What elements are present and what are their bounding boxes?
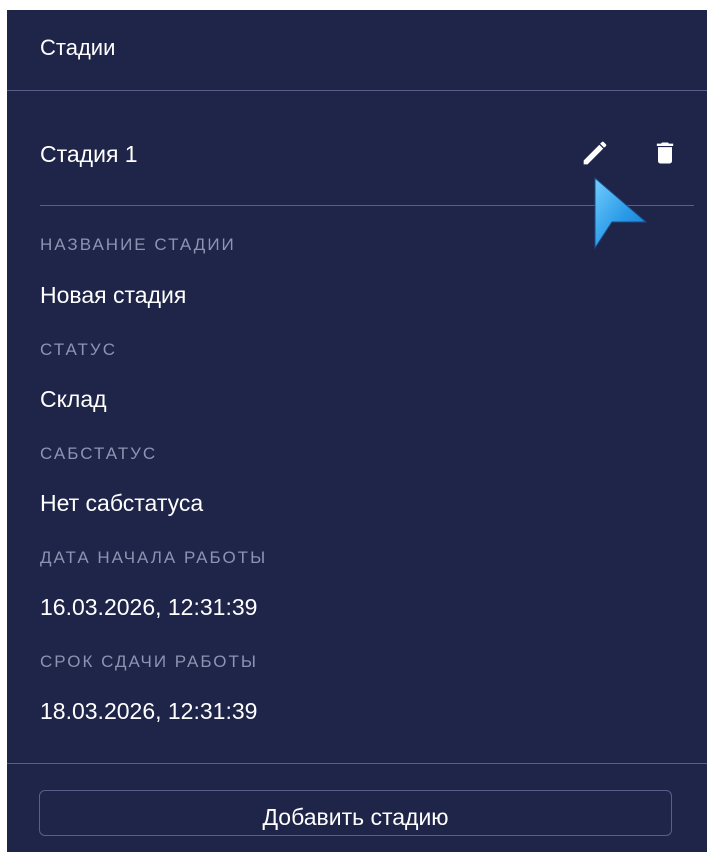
- stage-header: Стадия 1: [40, 125, 694, 206]
- panel-title: Стадии: [40, 35, 116, 60]
- status-value: Склад: [40, 386, 107, 412]
- stage-name-value: Новая стадия: [40, 282, 187, 308]
- stage-title: Стадия 1: [40, 141, 138, 167]
- stage-name-label: НАЗВАНИЕ СТАДИИ: [40, 235, 236, 254]
- panel-footer: Добавить стадию: [7, 763, 707, 853]
- deadline-label: СРОК СДАЧИ РАБОТЫ: [40, 652, 258, 671]
- start-date-label: ДАТА НАЧАЛА РАБОТЫ: [40, 548, 268, 567]
- deadline-value: 18.03.2026, 12:31:39: [40, 698, 258, 724]
- pencil-icon: [583, 141, 607, 165]
- substatus-value: Нет сабстатуса: [40, 490, 204, 516]
- stages-panel: Стадии Стадия 1 НАЗВАНИЕ СТАДИИ Новая ст…: [7, 10, 707, 852]
- delete-button[interactable]: [645, 133, 685, 173]
- start-date-value: 16.03.2026, 12:31:39: [40, 594, 258, 620]
- add-stage-button[interactable]: Добавить стадию: [39, 790, 672, 836]
- status-label: СТАТУС: [40, 340, 118, 359]
- edit-button[interactable]: [575, 133, 615, 173]
- panel-header: Стадии: [7, 10, 707, 91]
- trash-icon: [656, 142, 674, 164]
- substatus-label: САБСТАТУС: [40, 444, 158, 463]
